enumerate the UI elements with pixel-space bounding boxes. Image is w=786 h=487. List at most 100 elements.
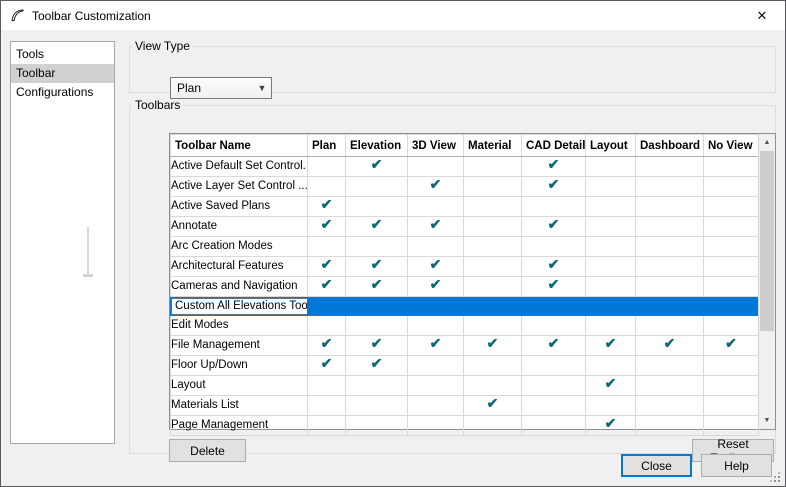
row-name-cell[interactable]: Materials List bbox=[170, 395, 308, 416]
check-cell[interactable]: ✔ bbox=[521, 276, 586, 297]
delete-button[interactable]: Delete bbox=[169, 439, 246, 462]
resize-grip[interactable] bbox=[770, 472, 781, 483]
check-cell[interactable]: ✔ bbox=[345, 335, 408, 356]
check-cell[interactable] bbox=[635, 315, 704, 336]
help-button[interactable]: Help bbox=[701, 454, 772, 477]
check-cell[interactable] bbox=[585, 196, 636, 217]
check-cell[interactable] bbox=[307, 236, 346, 257]
check-cell[interactable] bbox=[345, 315, 408, 336]
check-cell[interactable] bbox=[521, 236, 586, 257]
splitter-handle[interactable] bbox=[83, 227, 93, 277]
check-cell[interactable]: ✔ bbox=[585, 335, 636, 356]
check-cell[interactable] bbox=[345, 196, 408, 217]
check-cell[interactable] bbox=[463, 355, 522, 376]
row-name-cell[interactable]: Page Management bbox=[170, 415, 308, 436]
row-name-cell[interactable]: Active Saved Plans bbox=[170, 196, 308, 217]
check-cell[interactable] bbox=[407, 196, 464, 217]
check-cell[interactable] bbox=[307, 395, 346, 416]
check-cell[interactable] bbox=[703, 395, 759, 416]
check-cell[interactable] bbox=[521, 415, 586, 436]
check-cell[interactable] bbox=[407, 375, 464, 396]
check-cell[interactable] bbox=[307, 315, 346, 336]
row-name-cell[interactable]: Layout bbox=[170, 375, 308, 396]
check-cell[interactable]: ✔ bbox=[307, 196, 346, 217]
check-cell[interactable] bbox=[407, 415, 464, 436]
check-cell[interactable] bbox=[635, 196, 704, 217]
check-cell[interactable] bbox=[345, 176, 408, 197]
check-cell[interactable]: ✔ bbox=[307, 276, 346, 297]
check-cell[interactable] bbox=[407, 395, 464, 416]
check-cell[interactable] bbox=[703, 236, 759, 257]
scroll-up-button[interactable]: ▲ bbox=[759, 134, 775, 151]
check-cell[interactable]: ✔ bbox=[407, 256, 464, 277]
rename-input[interactable]: Custom All Elevations Toolbar bbox=[171, 298, 307, 315]
check-cell[interactable] bbox=[407, 236, 464, 257]
check-cell[interactable] bbox=[463, 276, 522, 297]
check-cell[interactable]: ✔ bbox=[307, 335, 346, 356]
check-cell[interactable] bbox=[585, 296, 636, 316]
check-cell[interactable] bbox=[585, 276, 636, 297]
row-name-cell[interactable]: Active Layer Set Control ... bbox=[170, 176, 308, 197]
check-cell[interactable] bbox=[703, 216, 759, 237]
row-name-cell[interactable]: Architectural Features bbox=[170, 256, 308, 277]
row-name-cell[interactable]: Edit Modes bbox=[170, 315, 308, 336]
check-cell[interactable] bbox=[307, 296, 346, 316]
check-cell[interactable] bbox=[703, 196, 759, 217]
view-type-dropdown[interactable]: Plan ▼ bbox=[170, 77, 272, 99]
check-cell[interactable] bbox=[463, 216, 522, 237]
check-cell[interactable] bbox=[345, 236, 408, 257]
row-name-cell[interactable]: Annotate bbox=[170, 216, 308, 237]
check-cell[interactable]: ✔ bbox=[521, 156, 586, 177]
check-cell[interactable] bbox=[703, 256, 759, 277]
check-cell[interactable] bbox=[463, 236, 522, 257]
check-cell[interactable] bbox=[635, 176, 704, 197]
check-cell[interactable] bbox=[703, 296, 759, 316]
check-cell[interactable] bbox=[521, 315, 586, 336]
check-cell[interactable] bbox=[635, 236, 704, 257]
titlebar-close-button[interactable]: ✕ bbox=[739, 1, 785, 30]
check-cell[interactable] bbox=[585, 355, 636, 376]
check-cell[interactable] bbox=[703, 176, 759, 197]
check-cell[interactable] bbox=[307, 415, 346, 436]
check-cell[interactable] bbox=[407, 156, 464, 177]
check-cell[interactable]: ✔ bbox=[703, 335, 759, 356]
check-cell[interactable] bbox=[463, 196, 522, 217]
check-cell[interactable] bbox=[635, 375, 704, 396]
check-cell[interactable] bbox=[407, 355, 464, 376]
row-name-cell[interactable]: Custom All Elevations Toolbar bbox=[170, 296, 308, 316]
check-cell[interactable] bbox=[307, 156, 346, 177]
check-cell[interactable] bbox=[585, 176, 636, 197]
check-cell[interactable] bbox=[407, 296, 464, 316]
close-button[interactable]: Close bbox=[621, 454, 692, 477]
check-cell[interactable]: ✔ bbox=[407, 216, 464, 237]
check-cell[interactable]: ✔ bbox=[463, 395, 522, 416]
check-cell[interactable]: ✔ bbox=[521, 216, 586, 237]
check-cell[interactable]: ✔ bbox=[521, 256, 586, 277]
scrollbar-thumb[interactable] bbox=[760, 151, 774, 331]
row-name-cell[interactable]: Active Default Set Control... bbox=[170, 156, 308, 177]
check-cell[interactable] bbox=[635, 296, 704, 316]
check-cell[interactable] bbox=[585, 256, 636, 277]
check-cell[interactable] bbox=[463, 176, 522, 197]
check-cell[interactable] bbox=[521, 395, 586, 416]
check-cell[interactable] bbox=[345, 296, 408, 316]
check-cell[interactable] bbox=[635, 415, 704, 436]
sidebar-item-tools[interactable]: Tools bbox=[11, 45, 114, 64]
vertical-scrollbar[interactable]: ▲ ▼ bbox=[758, 134, 775, 429]
check-cell[interactable] bbox=[521, 296, 586, 316]
row-name-cell[interactable]: Floor Up/Down bbox=[170, 355, 308, 376]
check-cell[interactable] bbox=[703, 156, 759, 177]
check-cell[interactable] bbox=[635, 395, 704, 416]
check-cell[interactable]: ✔ bbox=[521, 335, 586, 356]
check-cell[interactable]: ✔ bbox=[407, 176, 464, 197]
check-cell[interactable] bbox=[635, 216, 704, 237]
check-cell[interactable] bbox=[463, 256, 522, 277]
check-cell[interactable]: ✔ bbox=[307, 355, 346, 376]
check-cell[interactable]: ✔ bbox=[407, 335, 464, 356]
titlebar[interactable]: Toolbar Customization ✕ bbox=[1, 1, 785, 30]
row-name-cell[interactable]: Cameras and Navigation bbox=[170, 276, 308, 297]
check-cell[interactable] bbox=[345, 415, 408, 436]
sidebar-item-toolbar[interactable]: Toolbar bbox=[11, 64, 114, 83]
check-cell[interactable]: ✔ bbox=[345, 256, 408, 277]
check-cell[interactable] bbox=[521, 375, 586, 396]
